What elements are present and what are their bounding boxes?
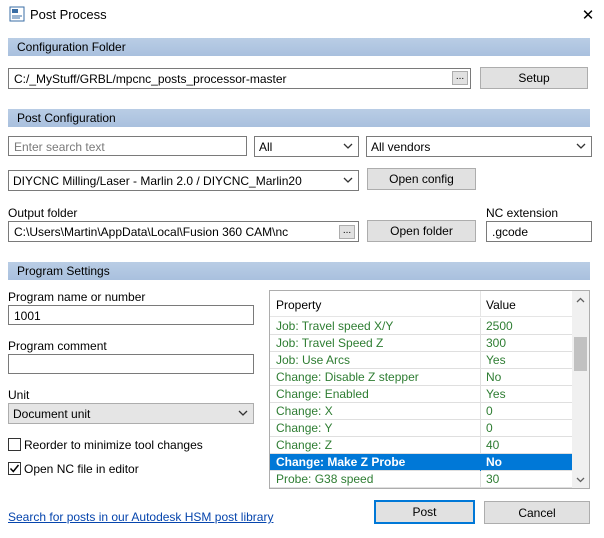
- property-name: Change: X: [276, 404, 333, 418]
- open-nc-checkbox[interactable]: [8, 462, 21, 475]
- property-name: Change: Y: [276, 421, 333, 435]
- unit-label: Unit: [8, 388, 30, 402]
- property-row[interactable]: Job: Travel speed X/Y 2500: [270, 318, 572, 335]
- property-name: Change: Enabled: [276, 387, 369, 401]
- property-grid[interactable]: Property Value Job: Travel speed X/Y 2500…: [269, 290, 590, 489]
- program-comment-label: Program comment: [8, 339, 107, 353]
- property-name: Job: Travel Speed Z: [276, 336, 384, 350]
- property-row[interactable]: Change: Disable Z stepper No: [270, 369, 572, 386]
- type-filter-select[interactable]: All: [254, 136, 359, 157]
- scrollbar-thumb[interactable]: [574, 337, 587, 371]
- property-value[interactable]: 0: [486, 421, 493, 435]
- output-folder-path: C:\Users\Martin\AppData\Local\Fusion 360…: [14, 225, 289, 239]
- scroll-down-button[interactable]: [572, 471, 589, 488]
- hsm-library-link[interactable]: Search for posts in our Autodesk HSM pos…: [8, 510, 273, 524]
- property-row[interactable]: Job: Use Arcs Yes: [270, 352, 572, 369]
- nc-extension-label: NC extension: [486, 206, 559, 220]
- type-filter-value: All: [259, 140, 273, 154]
- property-value[interactable]: 40: [486, 438, 499, 452]
- property-value[interactable]: Yes: [486, 387, 506, 401]
- reorder-checkbox[interactable]: [8, 438, 21, 451]
- nc-extension-field[interactable]: .gcode: [486, 221, 592, 242]
- property-value[interactable]: 2500: [486, 319, 513, 333]
- program-name-input[interactable]: 1001: [8, 305, 254, 325]
- column-header-property[interactable]: Property: [276, 298, 321, 312]
- property-name: Change: Make Z Probe: [276, 455, 406, 469]
- close-button[interactable]: ✕: [572, 0, 604, 30]
- property-value[interactable]: No: [486, 455, 502, 469]
- property-value[interactable]: 300: [486, 336, 506, 350]
- property-value[interactable]: No: [486, 370, 501, 384]
- property-value[interactable]: Yes: [486, 353, 506, 367]
- property-row[interactable]: Change: Z 40: [270, 437, 572, 454]
- config-folder-path-field[interactable]: C:/_MyStuff/GRBL/mpcnc_posts_processor-m…: [8, 68, 471, 89]
- section-post-configuration: Post Configuration: [8, 109, 590, 127]
- property-grid-scrollbar[interactable]: [572, 291, 589, 488]
- unit-select[interactable]: Document unit: [8, 403, 254, 424]
- property-name: Job: Use Arcs: [276, 353, 351, 367]
- open-folder-button[interactable]: Open folder: [367, 220, 476, 242]
- property-row[interactable]: Job: Travel Speed Z 300: [270, 335, 572, 352]
- property-value[interactable]: 30: [486, 472, 499, 486]
- nc-extension-value: .gcode: [492, 225, 529, 239]
- vendor-filter-select[interactable]: All vendors: [366, 136, 592, 157]
- unit-value: Document unit: [13, 407, 91, 421]
- property-name: Change: Disable Z stepper: [276, 370, 419, 384]
- checkmark-icon: [9, 464, 20, 473]
- property-name: Probe: G38 speed: [276, 472, 374, 486]
- program-name-label: Program name or number: [8, 290, 146, 304]
- scroll-up-button[interactable]: [572, 291, 589, 308]
- output-folder-field[interactable]: C:\Users\Martin\AppData\Local\Fusion 360…: [8, 221, 359, 242]
- vendor-filter-value: All vendors: [371, 140, 431, 154]
- open-config-button[interactable]: Open config: [367, 168, 476, 190]
- section-configuration-folder: Configuration Folder: [8, 38, 590, 56]
- post-processor-select[interactable]: DIYCNC Milling/Laser - Marlin 2.0 / DIYC…: [8, 170, 359, 191]
- chevron-down-icon: [576, 477, 585, 482]
- config-folder-browse-button[interactable]: ...: [452, 71, 468, 85]
- cancel-button[interactable]: Cancel: [484, 501, 590, 524]
- chevron-down-icon: [343, 143, 353, 149]
- property-row[interactable]: Probe: G38 speed 30: [270, 471, 572, 488]
- post-processor-value: DIYCNC Milling/Laser - Marlin 2.0 / DIYC…: [13, 174, 302, 188]
- close-icon: ✕: [581, 7, 595, 24]
- column-header-value[interactable]: Value: [486, 298, 516, 312]
- property-name: Job: Travel speed X/Y: [276, 319, 394, 333]
- search-input[interactable]: Enter search text: [8, 136, 247, 156]
- property-value[interactable]: 0: [486, 404, 493, 418]
- section-program-settings: Program Settings: [8, 262, 590, 280]
- output-folder-browse-button[interactable]: ...: [339, 225, 355, 239]
- window-title: Post Process: [30, 7, 107, 22]
- property-row[interactable]: Change: X 0: [270, 403, 572, 420]
- chevron-up-icon: [576, 297, 585, 302]
- open-nc-label: Open NC file in editor: [24, 462, 139, 476]
- property-row[interactable]: Change: Enabled Yes: [270, 386, 572, 403]
- property-grid-header: Property Value: [270, 291, 572, 317]
- property-name: Change: Z: [276, 438, 333, 452]
- program-comment-input[interactable]: [8, 354, 254, 374]
- post-process-app-icon: [9, 6, 25, 22]
- chevron-down-icon: [343, 177, 353, 183]
- setup-button[interactable]: Setup: [480, 67, 588, 89]
- config-folder-path: C:/_MyStuff/GRBL/mpcnc_posts_processor-m…: [14, 72, 287, 86]
- output-folder-label: Output folder: [8, 206, 78, 220]
- reorder-label: Reorder to minimize tool changes: [24, 438, 203, 452]
- title-bar: Post Process ✕: [0, 0, 604, 30]
- chevron-down-icon: [238, 410, 248, 416]
- property-row[interactable]: Change: Y 0: [270, 420, 572, 437]
- property-row[interactable]: Change: Make Z Probe No: [270, 454, 572, 471]
- chevron-down-icon: [576, 143, 586, 149]
- post-button[interactable]: Post: [374, 500, 475, 524]
